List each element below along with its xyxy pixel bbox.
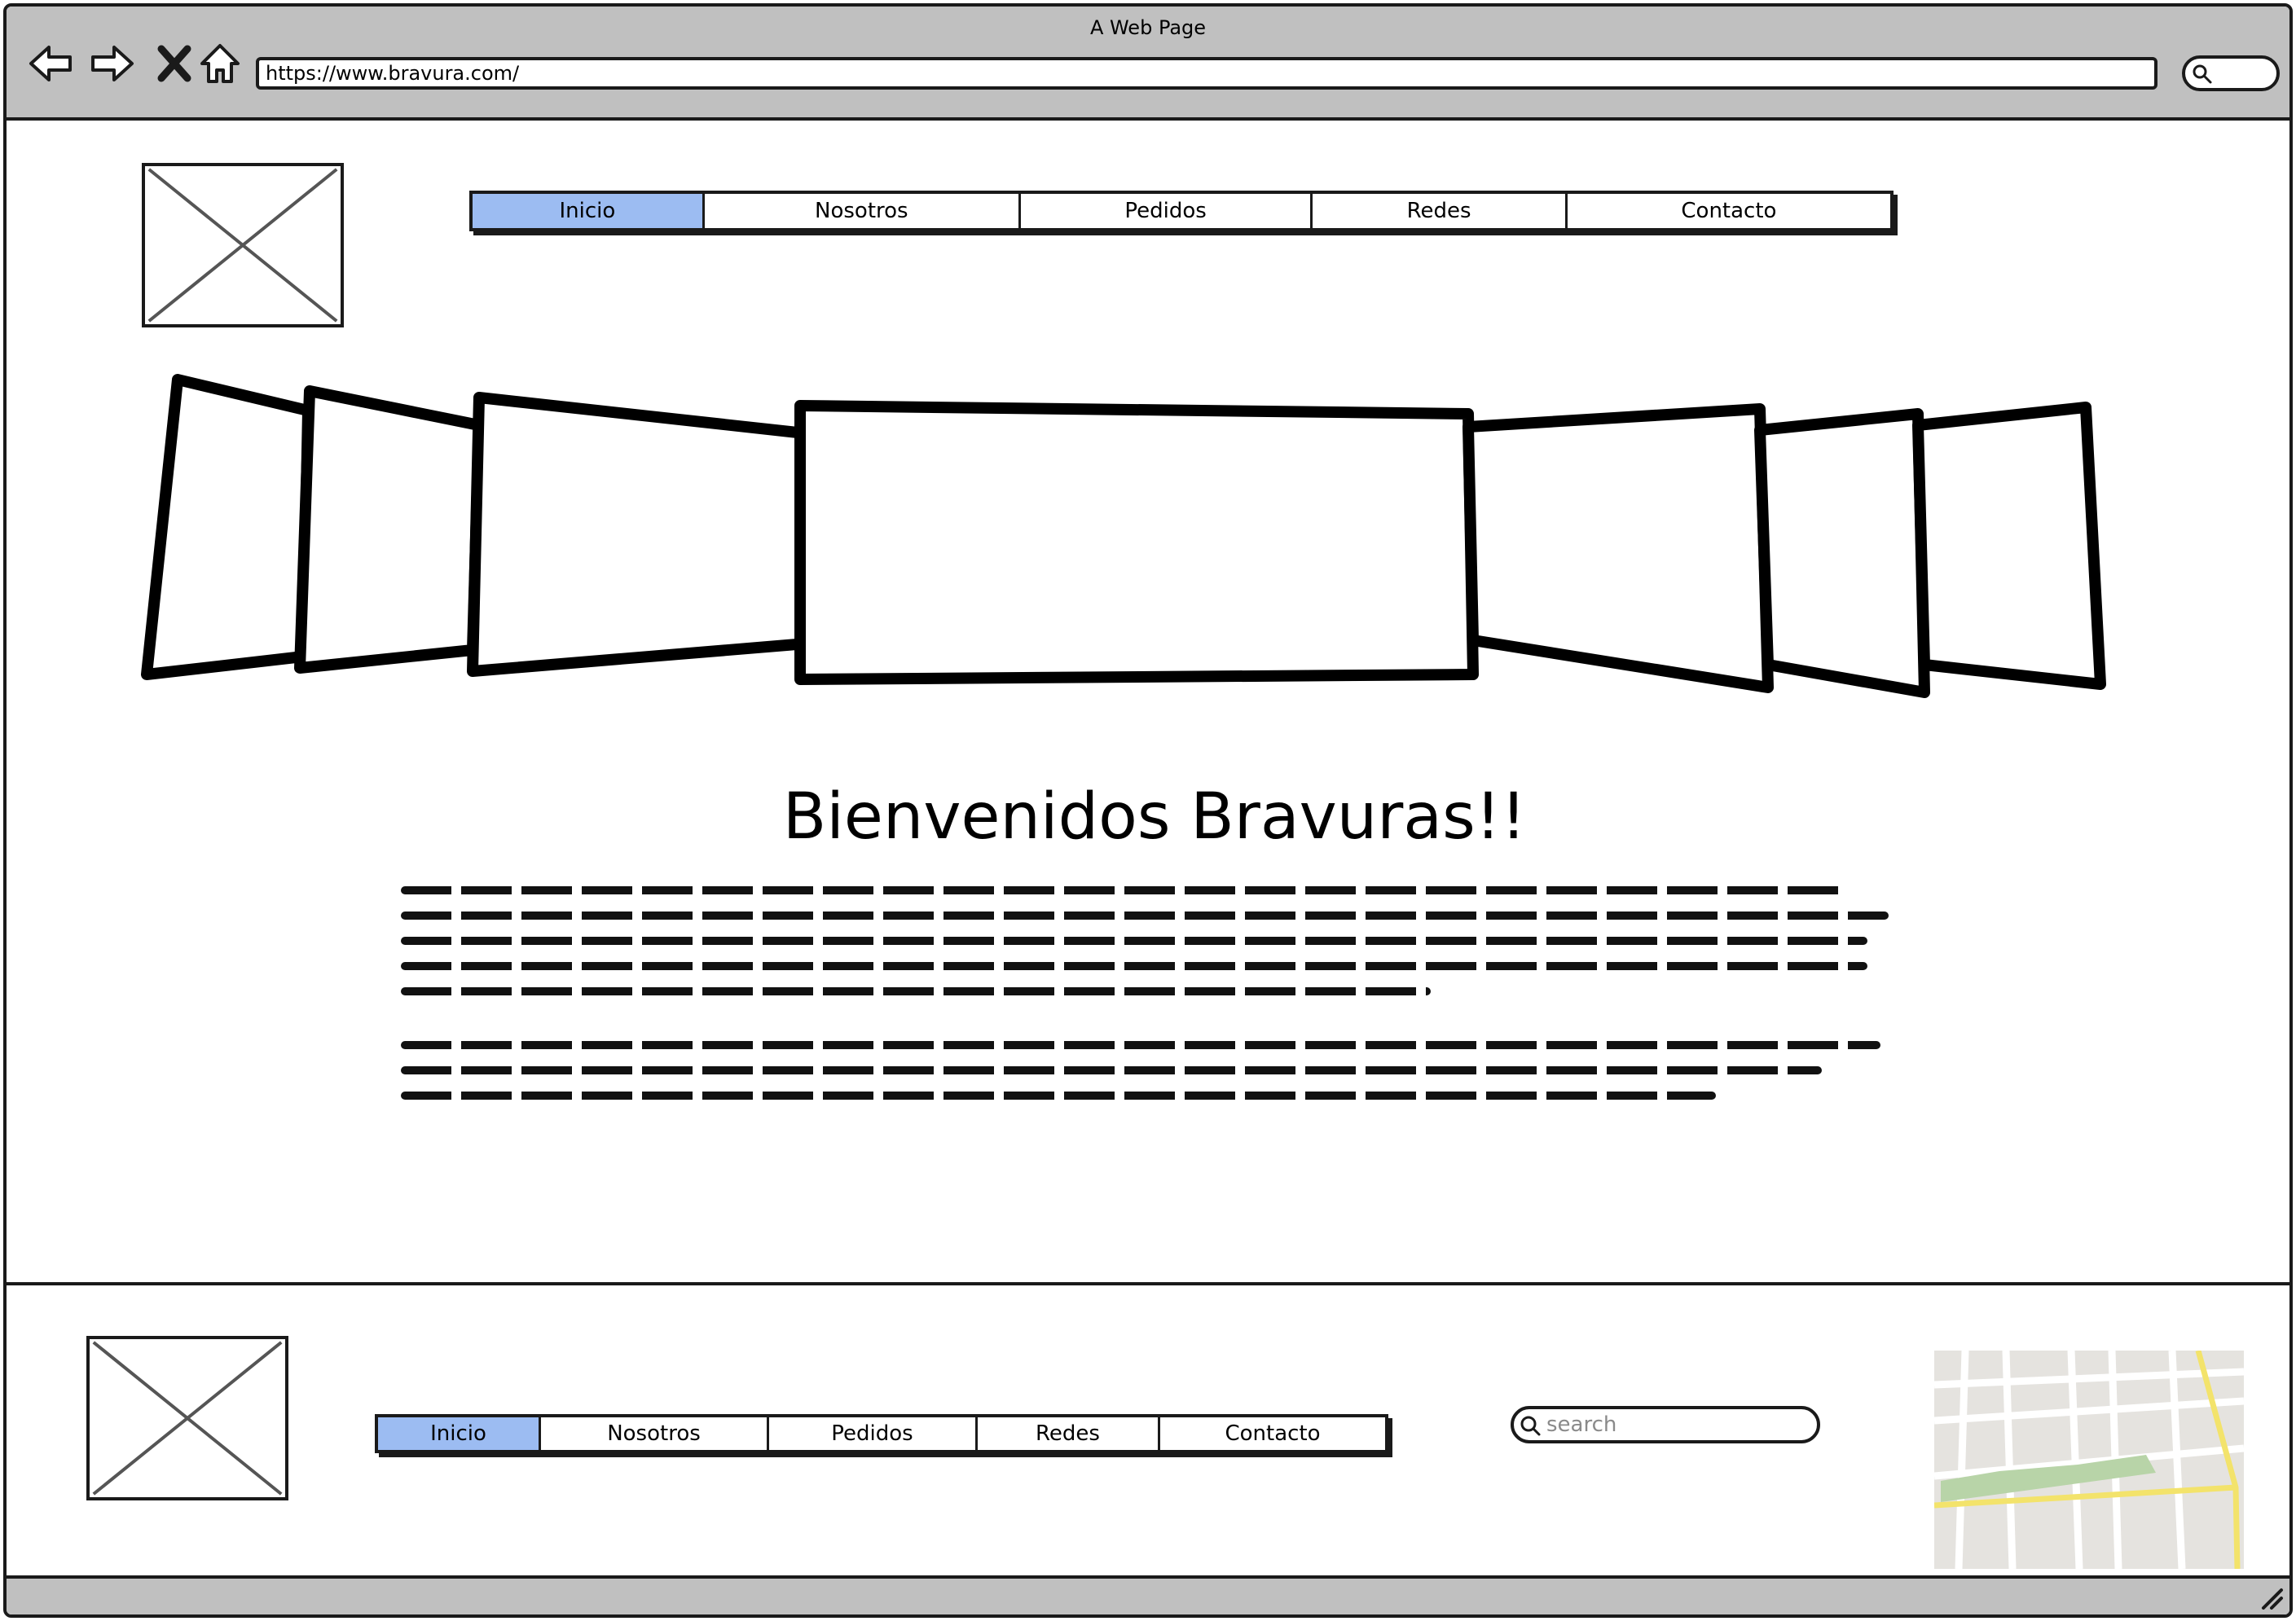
close-x-icon[interactable] (150, 39, 199, 88)
carousel-slide-7 (1912, 402, 2106, 690)
carousel-slide-1 (141, 374, 314, 680)
search-icon (2193, 64, 2212, 84)
text-line (401, 937, 1867, 945)
text-line (401, 912, 1889, 920)
footer-menu: Inicio Nosotros Pedidos Redes Contacto (375, 1414, 1388, 1453)
location-map[interactable] (1934, 1351, 2244, 1569)
menu-item-contacto[interactable]: Contacto (1568, 194, 1890, 228)
text-line (401, 1066, 1822, 1074)
text-line (401, 1092, 1716, 1100)
carousel-slide-2 (294, 385, 485, 674)
footer-menu-item-pedidos[interactable]: Pedidos (769, 1417, 978, 1450)
text-line (401, 886, 1843, 894)
text-line (401, 987, 1431, 995)
footer-search-placeholder: search (1546, 1412, 1617, 1437)
browser-window: A Web Page https://www.bravura.com/ Inic… (3, 3, 2293, 1618)
carousel-slide-6 (1754, 408, 1930, 698)
footer-divider (7, 1282, 2289, 1285)
menu-item-redes[interactable]: Redes (1313, 194, 1568, 228)
menu-item-nosotros[interactable]: Nosotros (705, 194, 1021, 228)
carousel-slide-5 (1462, 403, 1774, 693)
logo-placeholder (142, 163, 344, 327)
footer-menu-item-redes[interactable]: Redes (978, 1417, 1160, 1450)
intro-paragraph-1 (401, 886, 1892, 1013)
resize-grip-icon[interactable] (2257, 1584, 2285, 1611)
menu-item-inicio[interactable]: Inicio (473, 194, 705, 228)
welcome-heading: Bienvenidos Bravuras!! (782, 780, 1527, 854)
footer-search-input[interactable]: search (1511, 1406, 1820, 1443)
intro-paragraph-2 (401, 1041, 1892, 1117)
text-line (401, 962, 1867, 970)
footer-menu-item-contacto[interactable]: Contacto (1160, 1417, 1385, 1450)
footer-logo-placeholder (86, 1336, 288, 1500)
search-icon (1520, 1416, 1541, 1436)
back-arrow-icon[interactable] (26, 39, 75, 88)
footer-menu-item-inicio[interactable]: Inicio (378, 1417, 541, 1450)
text-line (401, 1041, 1880, 1049)
carousel-slide-3 (467, 392, 812, 677)
browser-search-field[interactable] (2182, 55, 2280, 91)
browser-chrome: A Web Page https://www.bravura.com/ (7, 7, 2289, 121)
home-icon[interactable] (196, 39, 244, 88)
footer-menu-item-nosotros[interactable]: Nosotros (541, 1417, 769, 1450)
url-bar[interactable]: https://www.bravura.com/ (256, 57, 2157, 90)
header-menu: Inicio Nosotros Pedidos Redes Contacto (469, 191, 1894, 231)
image-carousel[interactable] (137, 371, 2125, 714)
menu-item-pedidos[interactable]: Pedidos (1021, 194, 1313, 228)
window-title: A Web Page (1089, 16, 1207, 39)
carousel-slide-4 (794, 400, 1479, 685)
forward-arrow-icon[interactable] (88, 39, 137, 88)
status-bar (7, 1575, 2289, 1614)
